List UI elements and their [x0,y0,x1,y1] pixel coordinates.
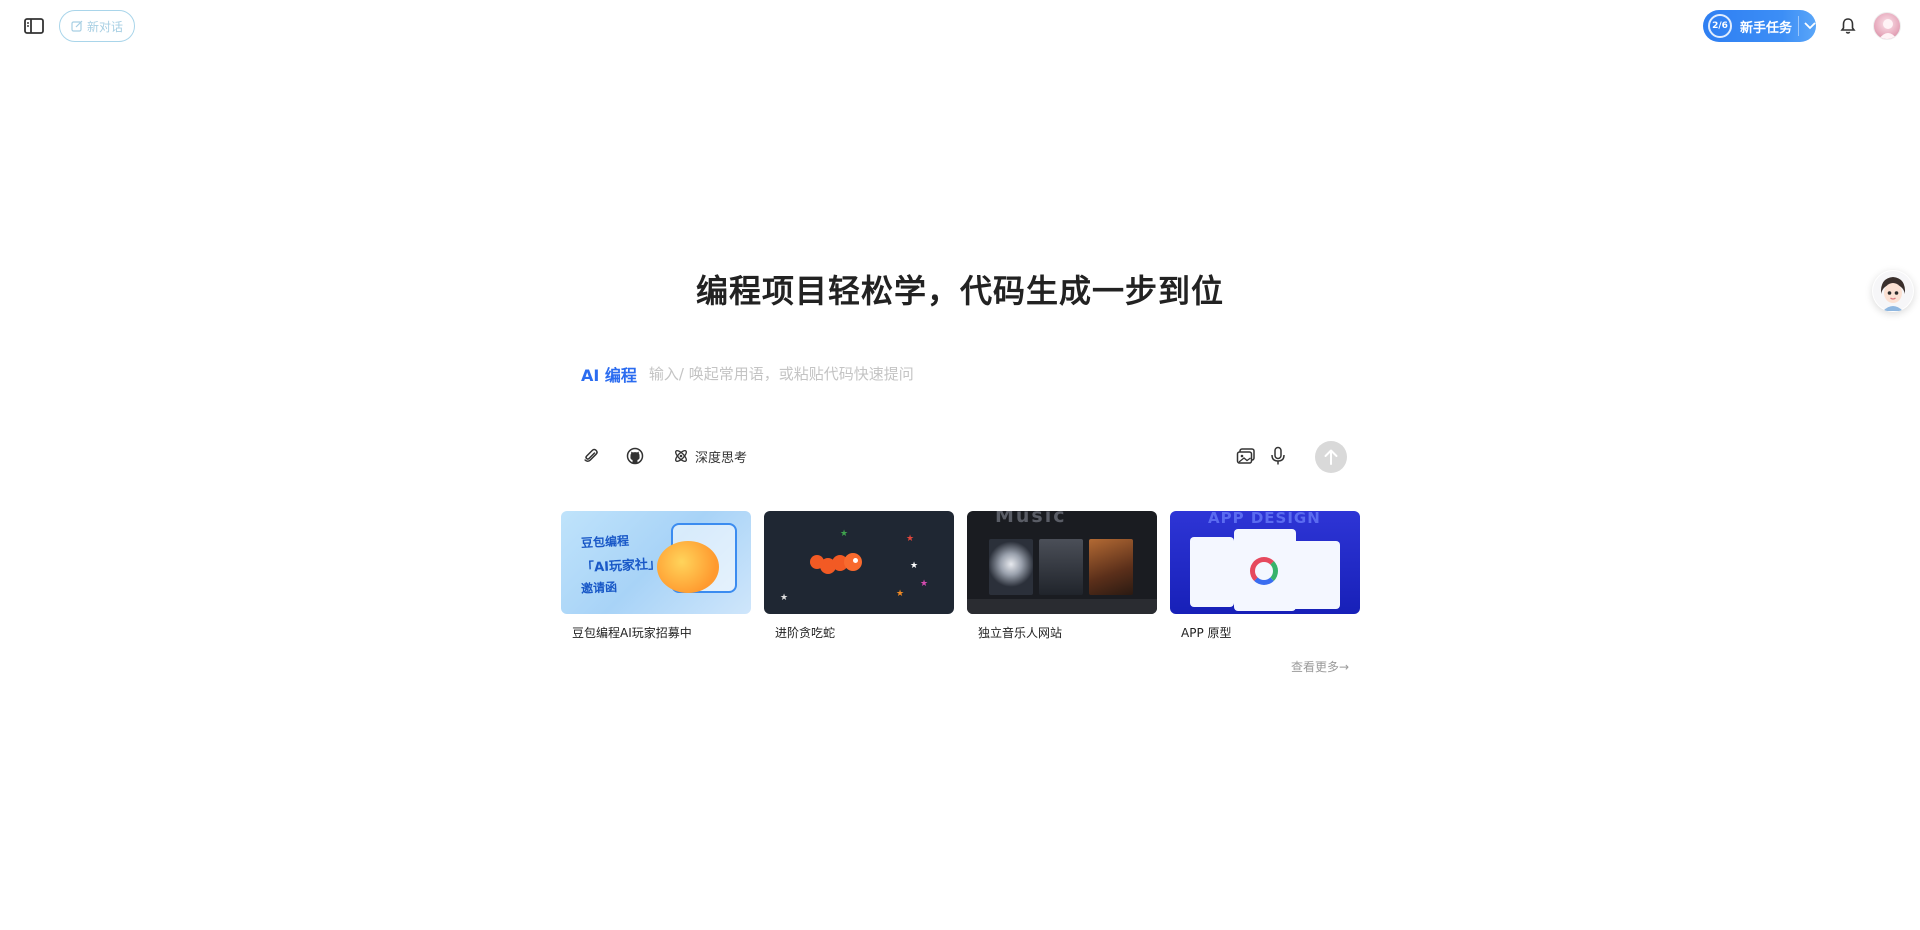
new-chat-label: 新对话 [86,19,123,34]
deep-think-toggle[interactable]: 深度思考 [673,444,747,468]
deep-think-label: 深度思考 [695,450,748,466]
example-card-recruit[interactable]: 豆包编程 「AI玩家社」 邀请函 豆包编程AI玩家招募中 [561,511,751,641]
star-icon: ★ [840,529,849,539]
new-chat-button[interactable]: 新对话 [59,10,135,42]
star-icon: ★ [906,534,915,544]
thumb-screen [1190,537,1234,607]
example-card-snake[interactable]: ★ ★ ★ ★ ★ ★ 进阶贪吃蛇 [764,511,954,641]
send-button[interactable] [1315,441,1347,473]
task-divider [1798,16,1799,36]
prompt-input[interactable] [648,362,1349,386]
thumb-text: Music [995,511,1067,527]
arrow-up-icon [1324,449,1338,465]
card-label: 进阶贪吃蛇 [775,626,836,640]
sidebar-toggle-button[interactable] [22,16,46,36]
thumb-gamepad [657,541,719,593]
example-card-music[interactable]: Music 独立音乐人网站 [967,511,1157,641]
beginner-tasks-button[interactable]: 2/6 新手任务 [1703,10,1816,42]
github-icon [626,447,644,465]
edit-icon [71,20,83,32]
prompt-row: AI 编程 [581,362,1349,386]
thumb-text: 豆包编程 [580,533,630,551]
example-card-app[interactable]: APP DESIGN APP 原型 [1170,511,1360,641]
card-label: 独立音乐人网站 [978,626,1063,640]
github-button[interactable] [626,444,644,468]
star-icon: ★ [896,589,905,599]
mic-icon [1271,446,1285,465]
card-thumbnail: Music [967,511,1157,614]
view-more-link[interactable]: 查看更多→ [1291,658,1349,675]
thumb-photo [1039,539,1083,595]
card-label: 豆包编程AI玩家招募中 [572,626,692,640]
screenshot-button[interactable] [1236,444,1256,468]
card-thumbnail: APP DESIGN [1170,511,1360,614]
snake-eye [853,558,858,563]
page-title: 编程项目轻松学，代码生成一步到位 [695,272,1224,310]
thumb-footer [967,599,1157,614]
thumb-photo [1089,539,1133,595]
thumb-photo [989,539,1033,595]
avatar[interactable] [1873,12,1901,40]
thumb-screen [1292,541,1340,609]
paperclip-icon [584,448,598,463]
card-thumbnail: ★ ★ ★ ★ ★ ★ [764,511,954,614]
attach-button[interactable] [582,444,600,468]
notifications-button[interactable] [1838,16,1858,36]
thumb-text: APP DESIGN [1208,511,1321,527]
thumb-text: 「AI玩家社」 [580,556,662,577]
thumb-text: 邀请函 [580,580,618,596]
atom-icon [675,450,687,462]
task-progress-ring: 2/6 [1708,14,1732,38]
star-icon: ★ [780,593,789,603]
task-progress-text: 2/6 [1712,21,1728,31]
thumb-donut [1250,557,1278,585]
mode-tag[interactable]: AI 编程 [581,362,637,386]
star-icon: ★ [920,579,929,589]
card-label: APP 原型 [1181,626,1232,640]
chevron-down-icon[interactable] [1804,22,1816,30]
card-thumbnail: 豆包编程 「AI玩家社」 邀请函 [561,511,751,614]
image-icon [1236,448,1255,464]
bell-icon [1840,18,1856,34]
voice-input-button[interactable] [1270,444,1286,468]
sidebar-toggle-icon [24,18,44,34]
star-icon: ★ [910,561,919,571]
page: 新对话 2/6 新手任务 编程项目轻松学，代码生成一步到位 AI 编程 输入/ … [0,0,1920,930]
task-label: 新手任务 [1740,20,1793,36]
